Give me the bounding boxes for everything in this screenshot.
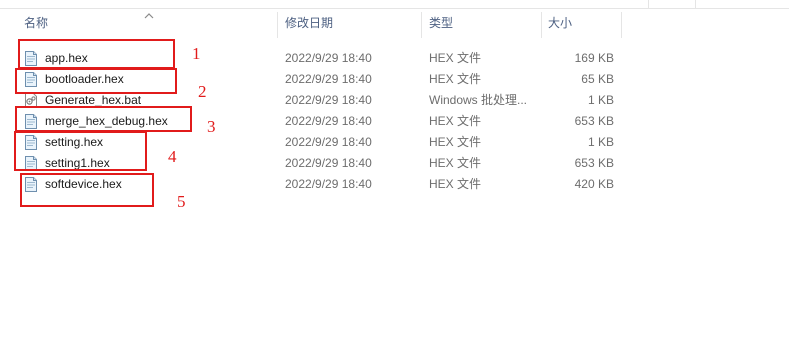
annotation-number-5: 5 [177, 192, 186, 211]
file-size: 169 KB [574, 51, 614, 65]
file-type: Windows 批处理... [429, 93, 528, 107]
column-type-header[interactable]: 类型 [429, 8, 453, 38]
file-type: HEX 文件 [429, 156, 482, 170]
file-date: 2022/9/29 18:40 [285, 177, 372, 191]
file-type: HEX 文件 [429, 114, 482, 128]
column-date-header[interactable]: 修改日期 [285, 8, 333, 38]
file-type: HEX 文件 [429, 72, 482, 86]
column-divider[interactable] [541, 12, 542, 38]
file-size: 1 KB [587, 135, 614, 149]
sort-ascending-icon[interactable] [144, 12, 154, 19]
file-date: 2022/9/29 18:40 [285, 156, 372, 170]
file-date: 2022/9/29 18:40 [285, 93, 372, 107]
file-type: HEX 文件 [429, 51, 482, 65]
column-header: 名称 修改日期 类型 大小 [0, 8, 789, 38]
column-name-header[interactable]: 名称 [24, 8, 48, 38]
file-size: 653 KB [574, 156, 614, 170]
annotation-box-4 [14, 131, 147, 171]
top-toolbar-edge [0, 0, 789, 9]
column-divider[interactable] [421, 12, 422, 38]
file-date: 2022/9/29 18:40 [285, 51, 372, 65]
file-size: 1 KB [587, 93, 614, 107]
annotation-number-3: 3 [207, 117, 216, 136]
file-date: 2022/9/29 18:40 [285, 114, 372, 128]
file-date: 2022/9/29 18:40 [285, 72, 372, 86]
annotation-box-3 [15, 106, 192, 132]
annotation-number-2: 2 [198, 82, 207, 101]
file-type: HEX 文件 [429, 135, 482, 149]
file-size: 65 KB [581, 72, 614, 86]
annotation-box-2 [15, 68, 177, 94]
annotation-box-5 [20, 173, 154, 207]
annotation-number-1: 1 [192, 44, 201, 63]
file-size: 653 KB [574, 114, 614, 128]
file-type: HEX 文件 [429, 177, 482, 191]
file-date: 2022/9/29 18:40 [285, 135, 372, 149]
file-size: 420 KB [574, 177, 614, 191]
column-size-header[interactable]: 大小 [548, 8, 572, 38]
column-divider[interactable] [621, 12, 622, 38]
annotation-number-4: 4 [168, 147, 177, 166]
column-divider[interactable] [277, 12, 278, 38]
annotation-box-1 [18, 39, 175, 69]
